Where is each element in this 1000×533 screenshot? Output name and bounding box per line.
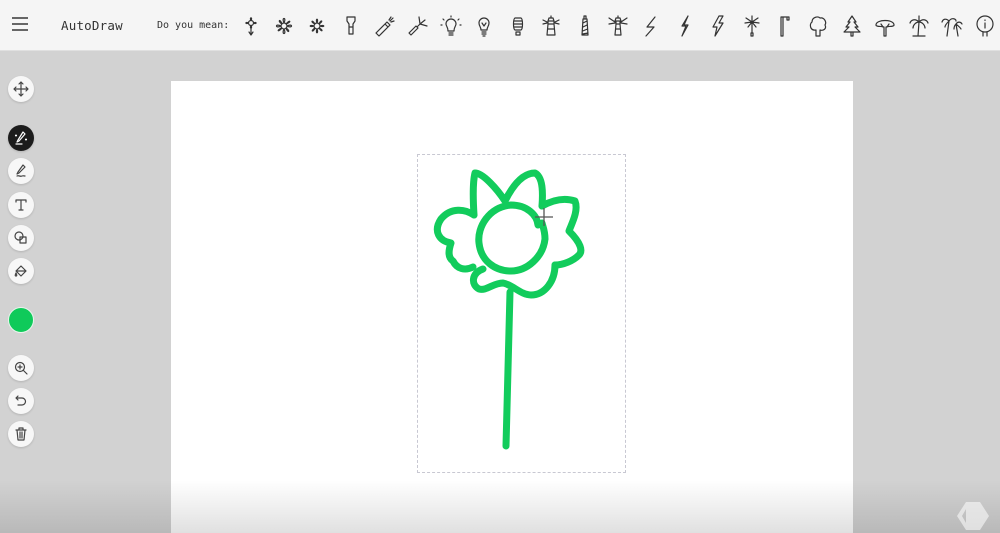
undo-icon (15, 395, 27, 406)
suggestion-flower-simple[interactable] (234, 10, 267, 42)
suggestion-lighthouse-striped[interactable] (568, 10, 601, 42)
flashlight-beam-icon (375, 16, 395, 37)
undo-tool[interactable] (8, 388, 34, 414)
drawing-canvas[interactable] (171, 81, 853, 533)
flashlight-angled-icon (408, 16, 428, 36)
shape-tool[interactable] (8, 225, 34, 251)
suggestion-street-lamp[interactable] (768, 10, 801, 42)
lighthouse-icon (542, 15, 560, 36)
flower-strokes (433, 169, 585, 450)
lightning-bolt-icon (681, 15, 689, 37)
lighthouse-beam-icon (608, 15, 628, 36)
color-picker[interactable] (8, 307, 34, 333)
text-icon (15, 199, 27, 211)
suggestion-palm-trees[interactable] (935, 10, 968, 42)
move-arrows-icon (13, 81, 29, 97)
flashlight-icon (346, 16, 356, 35)
suggestion-light-bulb-glowing[interactable] (434, 10, 467, 42)
suggestion-fireworks[interactable] (735, 10, 768, 42)
palm-trees-icon (941, 18, 963, 37)
move-tool[interactable] (8, 76, 34, 102)
paint-bucket-icon (14, 265, 27, 277)
suggestion-tree-wide[interactable] (868, 10, 901, 42)
info-icon (976, 15, 994, 37)
delete-tool[interactable] (8, 421, 34, 447)
flower-drawing[interactable] (171, 81, 853, 533)
suggestion-info[interactable] (969, 10, 1000, 42)
suggestion-tree-round[interactable] (802, 10, 835, 42)
suggestion-flashlight-beam[interactable] (368, 10, 401, 42)
flower-detailed-icon (275, 17, 293, 35)
hamburger-menu-icon[interactable] (12, 17, 28, 33)
flower-stem (502, 288, 514, 450)
shapes-icon (14, 231, 27, 244)
top-bar: AutoDraw Do you mean: (0, 0, 1000, 51)
lighthouse-striped-icon (580, 15, 589, 36)
pine-tree-icon (843, 15, 861, 37)
suggestion-pine-tree[interactable] (835, 10, 868, 42)
light-bulb-icon (478, 17, 491, 37)
trash-icon (15, 427, 27, 441)
suggestion-lighthouse[interactable] (535, 10, 568, 42)
autodraw-tool[interactable] (8, 125, 34, 151)
suggestions-list (234, 10, 1000, 42)
zoom-tool[interactable] (8, 355, 34, 381)
tree-wide-icon (875, 19, 895, 37)
suggestion-flower-daisy[interactable] (301, 10, 334, 42)
zoom-in-icon (14, 361, 28, 375)
flower-simple-icon (244, 17, 257, 36)
street-lamp-icon (780, 16, 790, 37)
suggestion-lightning-bolt[interactable] (668, 10, 701, 42)
fill-tool[interactable] (8, 258, 34, 284)
flower-daisy-icon (310, 18, 325, 34)
suggestion-palm-tree[interactable] (902, 10, 935, 42)
suggestion-cfl-bulb[interactable] (501, 10, 534, 42)
fireworks-icon (743, 15, 760, 37)
suggestions-label: Do you mean: (157, 20, 230, 31)
flower-left-petals (433, 206, 478, 273)
draw-tool[interactable] (8, 158, 34, 184)
chrome-experiments-logo-icon (957, 502, 989, 530)
type-tool[interactable] (8, 192, 34, 218)
flower-center (475, 201, 549, 275)
autodraw-sparkle-pencil-icon (14, 131, 28, 145)
suggestion-light-bulb[interactable] (468, 10, 501, 42)
suggestion-flower-detailed[interactable] (267, 10, 300, 42)
pencil-icon (16, 164, 26, 177)
lightning-bolt-outline-icon (712, 15, 724, 37)
palm-tree-icon (908, 15, 929, 37)
suggestion-lighthouse-beam[interactable] (601, 10, 634, 42)
lightning-bolt-thin-icon (645, 16, 656, 37)
cfl-bulb-icon (512, 17, 523, 36)
light-bulb-glowing-icon (440, 15, 462, 36)
tree-round-icon (810, 16, 827, 37)
suggestion-lightning-bolt-outline[interactable] (701, 10, 734, 42)
app-title: AutoDraw (61, 18, 123, 33)
suggestion-flashlight[interactable] (334, 10, 367, 42)
suggestion-flashlight-angled[interactable] (401, 10, 434, 42)
suggestion-lightning-bolt-thin[interactable] (635, 10, 668, 42)
